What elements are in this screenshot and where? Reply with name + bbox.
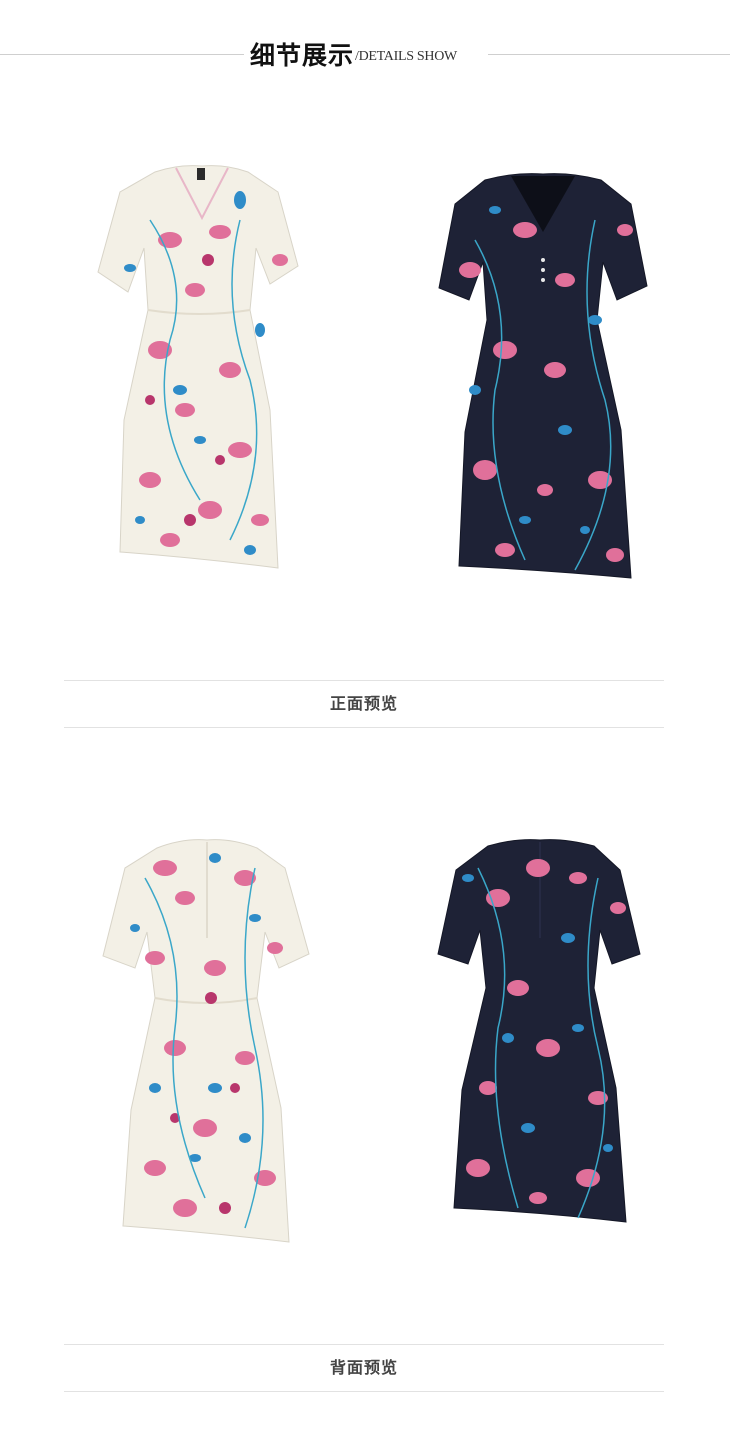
front-preview-caption: 正面预览	[64, 680, 664, 728]
front-ivory-dress-photo	[90, 160, 310, 580]
back-preview-caption: 背面预览	[64, 1344, 664, 1392]
header-rule-right	[488, 54, 730, 55]
header-title-cn: 细节展示	[250, 41, 355, 70]
header-title: 细节展示 /DETAILS SHOW	[250, 34, 457, 74]
header-rule-left	[0, 54, 244, 55]
section-header: 细节展示 /DETAILS SHOW	[0, 34, 730, 74]
header-title-en: /DETAILS SHOW	[355, 49, 457, 64]
back-ivory-dress-photo	[95, 838, 315, 1253]
front-preview-label: 正面预览	[329, 694, 398, 713]
back-preview-label: 背面预览	[329, 1358, 398, 1377]
back-navy-dress-photo	[428, 838, 648, 1233]
front-navy-dress-photo	[425, 170, 655, 590]
